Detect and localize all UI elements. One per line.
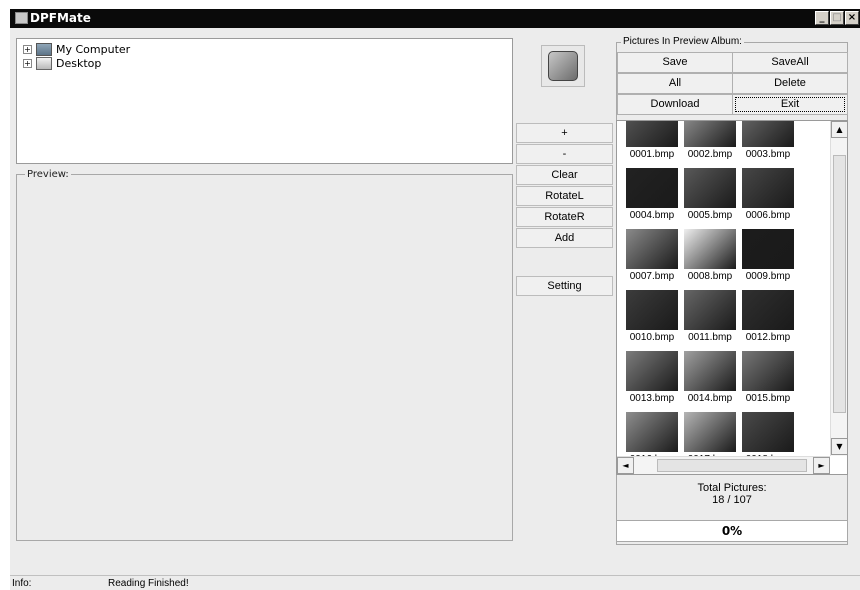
main-client-area: + My Computer + Desktop Preview: + - Cle… xyxy=(10,28,860,590)
thumbnail-image xyxy=(684,229,736,269)
tree-item-my-computer[interactable]: + My Computer xyxy=(23,42,130,56)
thumbnail-image xyxy=(684,351,736,391)
logo-button[interactable] xyxy=(541,45,585,87)
title-bar-area: DPFMate _ □ × xyxy=(0,0,860,28)
expand-icon[interactable]: + xyxy=(23,58,32,68)
album-label: Pictures In Preview Album: xyxy=(621,36,744,47)
thumbnail-caption: 0010.bmp xyxy=(629,332,675,343)
thumbnail-caption: 0006.bmp xyxy=(745,210,791,221)
app-icon xyxy=(15,12,28,24)
close-button[interactable]: × xyxy=(845,11,859,25)
delete-button[interactable]: Delete xyxy=(732,73,848,94)
scroll-up-icon[interactable]: ▲ xyxy=(831,121,847,138)
thumbnail-item[interactable]: 0010.bmp xyxy=(623,290,681,343)
thumbnail-image xyxy=(626,351,678,391)
thumbnail-item[interactable]: 0011.bmp xyxy=(681,290,739,343)
preview-label: Preview: xyxy=(25,169,71,180)
preview-panel: Preview: xyxy=(16,169,513,541)
thumbnail-image xyxy=(626,412,678,452)
thumbnail-item[interactable]: 0007.bmp xyxy=(623,229,681,282)
status-label: Info: xyxy=(12,578,32,589)
thumbnail-caption: 0004.bmp xyxy=(629,210,675,221)
scroll-right-icon[interactable]: ► xyxy=(813,457,830,474)
thumbnail-item[interactable]: 0006.bmp xyxy=(739,168,797,221)
thumbnail-item[interactable]: 0008.bmp xyxy=(681,229,739,282)
thumbnail-caption: 0011.bmp xyxy=(688,332,732,343)
thumbnail-item[interactable]: 0005.bmp xyxy=(681,168,739,221)
progress-bar: 0% xyxy=(616,520,848,542)
save-all-button[interactable]: SaveAll xyxy=(732,52,848,73)
desktop-icon xyxy=(36,56,52,70)
expand-icon[interactable]: + xyxy=(23,44,32,54)
rotate-left-button[interactable]: RotateL xyxy=(516,186,613,206)
thumbnail-caption: 0001.bmp xyxy=(629,149,675,160)
thumbnail-image xyxy=(684,412,736,452)
exit-button[interactable]: Exit xyxy=(732,94,848,115)
horizontal-scrollbar[interactable]: ◄ ► xyxy=(617,456,830,474)
thumbnail-caption: 0003.bmp xyxy=(745,149,791,160)
tree-item-label: Desktop xyxy=(56,56,102,70)
tree-item-label: My Computer xyxy=(56,42,131,56)
thumbnail-caption: 0009.bmp xyxy=(745,271,791,282)
thumbnail-caption: 0002.bmp xyxy=(687,149,733,160)
thumbnail-list[interactable]: 0001.bmp 0002.bmp 0003.bmp 0004.bmp 0005.bmp… xyxy=(616,120,848,475)
folder-tree[interactable]: + My Computer + Desktop xyxy=(16,38,513,164)
vertical-scroll-thumb[interactable] xyxy=(833,155,846,413)
thumbnail-item[interactable]: 0012.bmp xyxy=(739,290,797,343)
thumbnail-caption: 0005.bmp xyxy=(687,210,733,221)
thumbnail-caption: 0008.bmp xyxy=(687,271,733,282)
clear-button[interactable]: Clear xyxy=(516,165,613,185)
computer-icon xyxy=(36,42,52,56)
save-button[interactable]: Save xyxy=(617,52,733,73)
thumbnail-image xyxy=(684,121,736,147)
thumbnail-caption: 0014.bmp xyxy=(687,393,733,404)
thumbnail-image xyxy=(684,168,736,208)
thumbnail-image xyxy=(626,168,678,208)
vertical-scrollbar[interactable]: ▲ ▼ xyxy=(830,121,847,456)
total-pictures: Total Pictures: 18 / 107 xyxy=(616,482,848,506)
thumbnail-image xyxy=(742,290,794,330)
thumbnail-item[interactable]: 0002.bmp xyxy=(681,121,739,160)
scroll-left-icon[interactable]: ◄ xyxy=(617,457,634,474)
thumbnail-item[interactable]: 0014.bmp xyxy=(681,351,739,404)
thumbnail-image xyxy=(626,290,678,330)
thumbnail-item[interactable]: 0015.bmp xyxy=(739,351,797,404)
add-button[interactable]: Add xyxy=(516,228,613,248)
thumbnail-item[interactable]: 0003.bmp xyxy=(739,121,797,160)
thumbnail-image xyxy=(742,412,794,452)
maximize-button[interactable]: □ xyxy=(830,11,844,25)
status-bar: Info: Reading Finished! xyxy=(10,575,860,590)
total-pictures-label: Total Pictures: xyxy=(697,482,767,494)
status-message: Reading Finished! xyxy=(108,578,189,589)
thumbnail-item[interactable]: 0001.bmp xyxy=(623,121,681,160)
thumbnail-image xyxy=(742,351,794,391)
thumbnail-image xyxy=(626,229,678,269)
app-logo-icon xyxy=(548,51,578,81)
thumbnail-caption: 0007.bmp xyxy=(629,271,675,282)
zoom-in-button[interactable]: + xyxy=(516,123,613,143)
minimize-button[interactable]: _ xyxy=(815,11,829,25)
thumbnail-item[interactable]: 0004.bmp xyxy=(623,168,681,221)
tree-item-desktop[interactable]: + Desktop xyxy=(23,56,101,70)
title-bar[interactable]: DPFMate _ □ × xyxy=(10,9,860,28)
total-pictures-count: 18 / 107 xyxy=(712,494,752,506)
window-title: DPFMate xyxy=(30,11,91,25)
setting-button[interactable]: Setting xyxy=(516,276,613,296)
thumbnail-caption: 0013.bmp xyxy=(629,393,675,404)
horizontal-scroll-thumb[interactable] xyxy=(657,459,807,472)
rotate-right-button[interactable]: RotateR xyxy=(516,207,613,227)
thumbnail-caption: 0012.bmp xyxy=(745,332,791,343)
thumbnail-caption: 0015.bmp xyxy=(745,393,791,404)
thumbnail-image xyxy=(742,121,794,147)
thumbnail-item[interactable]: 0009.bmp xyxy=(739,229,797,282)
thumbnail-image xyxy=(742,168,794,208)
thumbnail-image xyxy=(742,229,794,269)
zoom-out-button[interactable]: - xyxy=(516,144,613,164)
download-button[interactable]: Download xyxy=(617,94,733,115)
thumbnail-image xyxy=(626,121,678,147)
scroll-down-icon[interactable]: ▼ xyxy=(831,438,847,455)
thumbnail-image xyxy=(684,290,736,330)
select-all-button[interactable]: All xyxy=(617,73,733,94)
thumbnail-item[interactable]: 0013.bmp xyxy=(623,351,681,404)
